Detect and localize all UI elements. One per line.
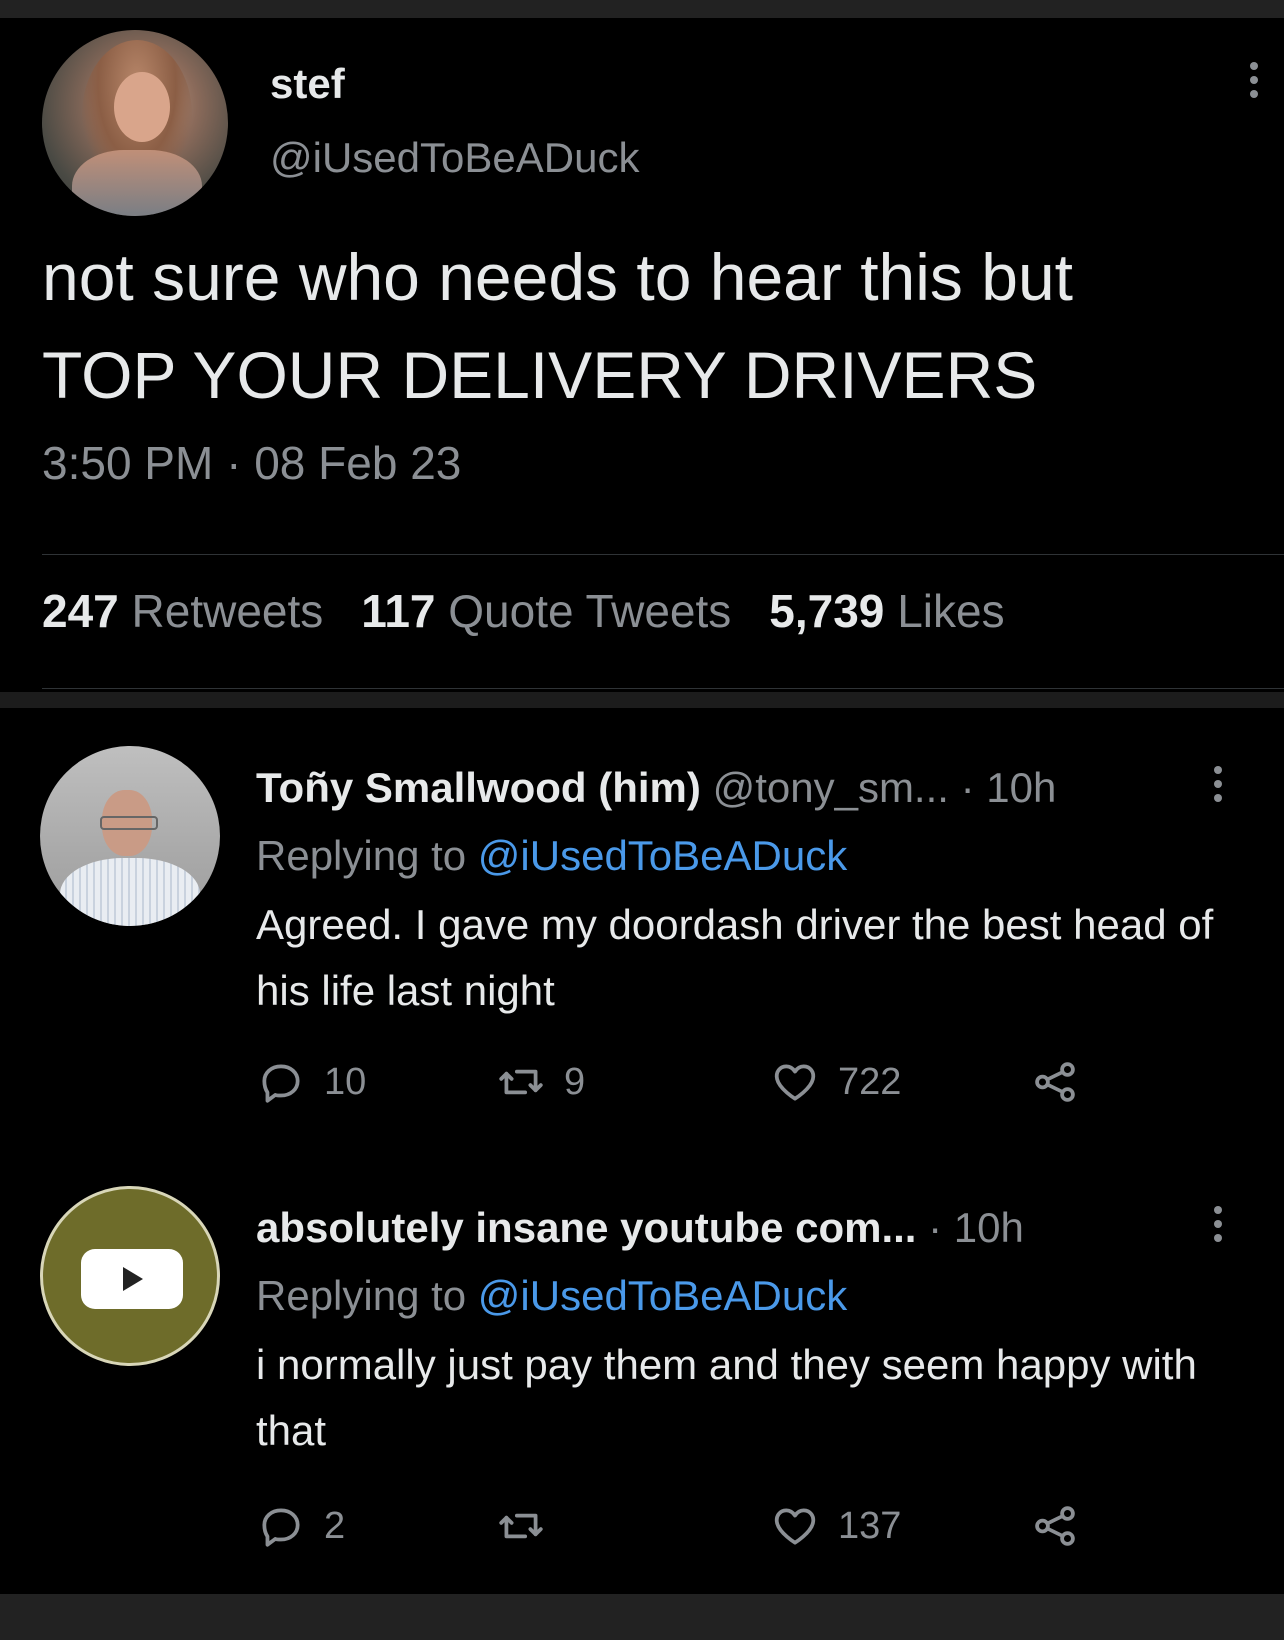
divider	[42, 554, 1284, 555]
divider	[42, 688, 1284, 689]
reply-tweet[interactable]: Toñy Smallwood (him) @tony_sm... · 10h R…	[0, 708, 1284, 1166]
quote-tweets-label: Quote Tweets	[448, 585, 732, 637]
reply-text: Agreed. I gave my doordash driver the be…	[256, 901, 1214, 1014]
share-button[interactable]	[1030, 1052, 1080, 1112]
reply-age: · 10h	[960, 764, 1057, 811]
avatar[interactable]	[42, 30, 228, 216]
reply-icon	[262, 1508, 300, 1547]
replying-to-mention[interactable]: @iUsedToBeADuck	[478, 1272, 847, 1319]
play-triangle	[123, 1267, 143, 1291]
timestamp-separator: ·	[226, 437, 242, 489]
retweet-count: 9	[564, 1060, 586, 1103]
share-button[interactable]	[1030, 1496, 1080, 1556]
avatar[interactable]	[40, 746, 220, 926]
replying-to-mention[interactable]: @iUsedToBeADuck	[478, 832, 847, 879]
reply-author-name[interactable]: absolutely insane youtube com...	[256, 1204, 916, 1251]
retweets-count: 247	[42, 585, 119, 637]
main-tweet: stef @iUsedToBeADuck not sure who needs …	[0, 18, 1284, 708]
reply-author-handle[interactable]: @tony_sm...	[713, 764, 949, 811]
youtube-play-icon[interactable]	[40, 1186, 220, 1366]
replying-to-prefix: Replying to	[256, 1272, 467, 1319]
reply-author-name[interactable]: Toñy Smallwood (him)	[256, 764, 701, 811]
likes-label: Likes	[897, 585, 1005, 637]
retweet-icon	[499, 1069, 543, 1095]
tweet-time: 3:50 PM	[42, 437, 214, 489]
avatar-shirt	[60, 858, 200, 926]
more-vert-icon[interactable]	[1210, 766, 1226, 802]
reply-tweet[interactable]: absolutely insane youtube com... · 10h R…	[0, 1148, 1284, 1594]
tweet-detail-view: stef @iUsedToBeADuck not sure who needs …	[0, 18, 1284, 1594]
more-vert-icon[interactable]	[1210, 1206, 1226, 1242]
avatar-body	[72, 150, 202, 216]
tweet-date: 08 Feb 23	[254, 437, 462, 489]
retweet-button[interactable]	[496, 1496, 564, 1556]
author-handle[interactable]: @iUsedToBeADuck	[270, 134, 639, 182]
reply-count: 10	[324, 1060, 367, 1103]
tweet-text: not sure who needs to hear this but TOP …	[42, 228, 1262, 424]
more-vert-icon[interactable]	[1246, 62, 1262, 98]
likes-count: 5,739	[769, 585, 885, 637]
avatar-face	[114, 72, 170, 142]
reply-actions: 2 137	[256, 1496, 1156, 1556]
tweet-text-line-2: TOP YOUR DELIVERY DRIVERS	[42, 338, 1038, 412]
replying-to: Replying to @iUsedToBeADuck	[256, 1272, 847, 1320]
tweet-text-line-1: not sure who needs to hear this but	[42, 240, 1073, 314]
like-button[interactable]: 137	[770, 1496, 901, 1556]
replying-to-prefix: Replying to	[256, 832, 467, 879]
replying-to: Replying to @iUsedToBeADuck	[256, 832, 847, 880]
reply-header: absolutely insane youtube com... · 10h	[256, 1204, 1024, 1252]
reply-button[interactable]: 10	[256, 1052, 366, 1112]
section-separator	[0, 692, 1284, 708]
reply-actions: 10 9 722	[256, 1052, 1156, 1112]
author-display-name[interactable]: stef	[270, 60, 345, 108]
like-count: 137	[838, 1504, 902, 1547]
reply-button[interactable]: 2	[256, 1496, 345, 1556]
retweets-stat[interactable]: 247 Retweets	[42, 585, 323, 637]
retweet-icon	[499, 1513, 543, 1539]
share-icon	[1035, 1506, 1075, 1546]
like-icon	[774, 1064, 816, 1101]
quote-tweets-count: 117	[361, 585, 436, 637]
quote-tweets-stat[interactable]: 117 Quote Tweets	[361, 585, 731, 637]
reply-text: i normally just pay them and they seem h…	[256, 1341, 1197, 1454]
likes-stat[interactable]: 5,739 Likes	[769, 585, 1004, 637]
tweet-stats: 247 Retweets 117 Quote Tweets 5,739 Likes	[42, 584, 1005, 638]
reply-count: 2	[324, 1504, 346, 1547]
reply-age: · 10h	[928, 1204, 1024, 1251]
like-button[interactable]: 722	[770, 1052, 901, 1112]
avatar-glasses	[100, 816, 158, 830]
like-icon	[774, 1508, 816, 1545]
tweet-timestamp[interactable]: 3:50 PM · 08 Feb 23	[42, 436, 461, 490]
reply-icon	[262, 1064, 300, 1103]
retweet-button[interactable]: 9	[496, 1052, 585, 1112]
retweets-label: Retweets	[131, 585, 324, 637]
like-count: 722	[838, 1060, 902, 1103]
reply-header: Toñy Smallwood (him) @tony_sm... · 10h	[256, 764, 1056, 812]
share-icon	[1035, 1062, 1075, 1102]
